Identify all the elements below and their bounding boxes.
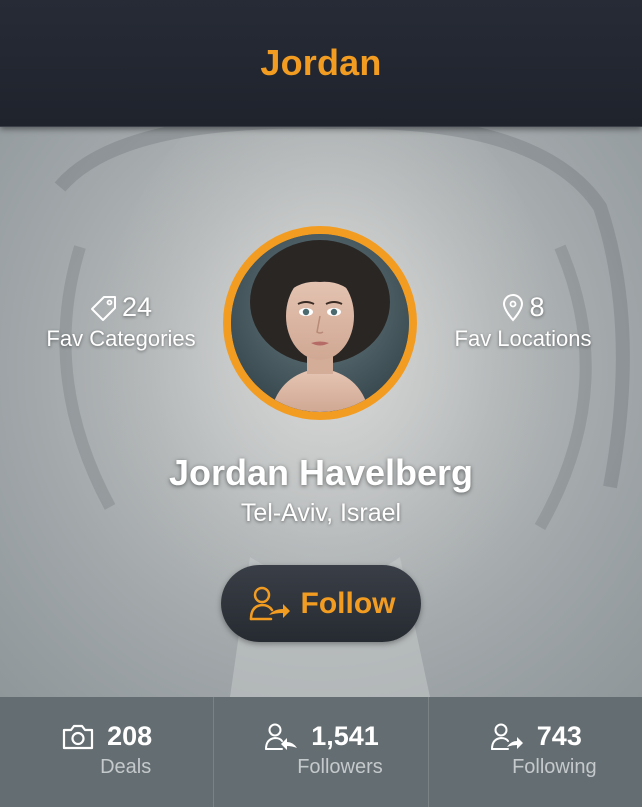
stat-deals-value: 208 [107,721,153,751]
stat-following-value: 743 [536,721,582,751]
avatar-portrait-image [231,234,409,412]
fav-categories-stat[interactable]: 24 Fav Categories [40,292,202,352]
tag-icon [90,295,116,321]
user-follow-icon [249,586,290,620]
fav-categories-count: 24 [121,292,153,322]
profile-hero: 24 Fav Categories 8 Fav Locations Jordan… [0,127,642,697]
fav-locations-count: 8 [529,292,545,322]
followers-icon [265,723,298,750]
stat-deals-label: Deals [100,756,152,778]
fav-locations-label: Fav Locations [454,326,592,351]
stat-followers-value: 1,541 [311,721,379,751]
stat-following[interactable]: 743 Following [427,697,642,807]
profile-name: Jordan Havelberg [168,452,474,493]
map-pin-icon [503,293,524,321]
following-icon [490,723,523,750]
follow-button-label: Follow [300,586,396,620]
header-bar: Jordan [0,0,642,127]
header-title: Jordan [260,42,382,83]
fav-categories-label: Fav Categories [46,326,196,351]
fav-locations-stat[interactable]: 8 Fav Locations [450,292,596,352]
stat-followers-label: Followers [297,756,383,778]
stat-deals[interactable]: 208 Deals [0,697,213,807]
camera-icon [63,724,94,749]
avatar[interactable] [223,226,417,420]
profile-location: Tel-Aviv, Israel [240,499,402,527]
stats-bar: 208 Deals 1,541 Followers 743 Following [0,697,642,807]
follow-button[interactable]: Follow [221,565,421,642]
stat-followers[interactable]: 1,541 Followers [213,697,427,807]
stat-following-label: Following [512,756,597,778]
